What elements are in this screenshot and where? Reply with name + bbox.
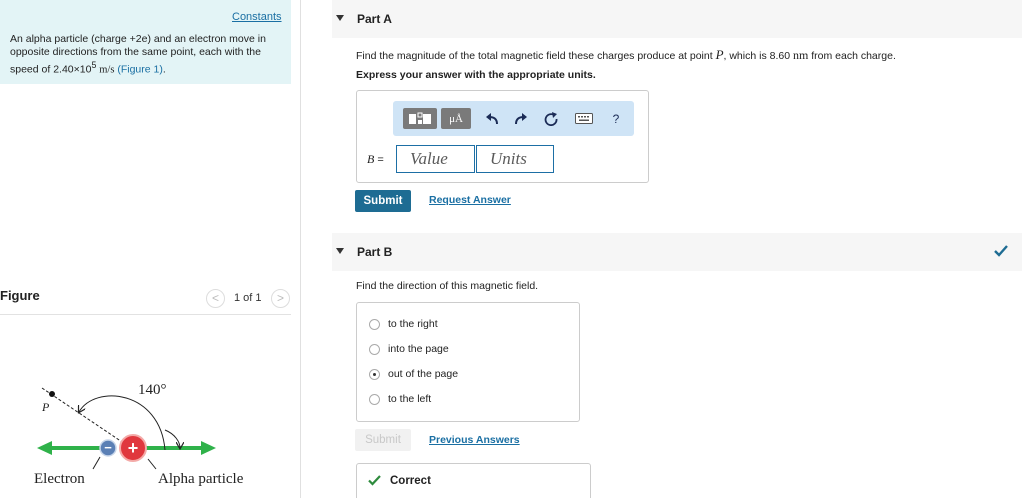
chevron-left-icon: < [211, 291, 219, 305]
part-b-header[interactable]: Part B [332, 233, 1022, 271]
part-a-header[interactable]: Part A [332, 0, 1022, 38]
electron-label: Electron [34, 471, 85, 487]
check-icon [994, 245, 1008, 257]
point-p-dot [49, 391, 55, 397]
point-variable: P [715, 47, 724, 62]
undo-button[interactable] [485, 108, 499, 129]
option-out-of-the-page[interactable]: out of the page [369, 367, 458, 381]
chevron-right-icon: > [276, 291, 284, 305]
figure-diagram: − + 140° P Electron Alpha particle [34, 382, 244, 487]
question-text-mid: , which is 8.60 [723, 50, 793, 62]
alpha-arrowhead-icon [201, 441, 216, 455]
option-label: to the right [388, 318, 438, 330]
constants-link[interactable]: Constants [232, 11, 282, 23]
distance-unit: nm [792, 48, 809, 62]
redo-icon [515, 112, 527, 124]
help-button[interactable]: ? [609, 108, 623, 129]
units-button[interactable]: μÅ [441, 108, 471, 129]
angle-arc-right [164, 429, 180, 448]
column-divider [300, 0, 301, 498]
reset-button[interactable] [543, 108, 559, 129]
radio-button[interactable] [369, 343, 380, 355]
keyboard-icon [575, 113, 593, 124]
previous-figure-button[interactable]: < [206, 289, 225, 308]
keyboard-button[interactable] [573, 108, 595, 129]
option-into-the-page[interactable]: into the page [369, 342, 449, 356]
correct-feedback-label: Correct [390, 475, 431, 487]
problem-text: An alpha particle (charge +2e) and an el… [10, 33, 285, 77]
request-answer-link[interactable]: Request Answer [429, 194, 511, 206]
b-variable-label: B = [367, 152, 384, 167]
question-text-after: from each charge. [808, 50, 896, 62]
redo-button[interactable] [514, 108, 528, 129]
reset-icon [544, 111, 558, 126]
radio-button[interactable] [369, 393, 380, 405]
part-a-question: Find the magnitude of the total magnetic… [356, 47, 896, 63]
undo-icon [486, 112, 498, 124]
radio-button-selected[interactable] [369, 368, 380, 380]
part-a-instruction: Express your answer with the appropriate… [356, 69, 596, 81]
alpha-particle-label: Alpha particle [158, 471, 244, 487]
units-input[interactable] [476, 145, 554, 173]
electron-label-leader [92, 456, 101, 470]
electron-arrowhead-icon [37, 441, 52, 455]
part-b-submit-button[interactable]: Submit [355, 429, 411, 451]
option-to-the-right[interactable]: to the right [369, 317, 438, 331]
part-a-submit-button[interactable]: Submit [355, 190, 411, 212]
part-b-question: Find the direction of this magnetic fiel… [356, 280, 539, 292]
speed-exponent: 5 [91, 60, 97, 70]
figure-link[interactable]: (Figure 1) [117, 64, 163, 76]
option-to-the-left[interactable]: to the left [369, 392, 431, 406]
figure-heading: Figure [0, 288, 40, 303]
part-b-title: Part B [357, 245, 393, 259]
math-toolbar: μÅ ? [393, 101, 634, 136]
speed-unit: m/s [99, 64, 115, 76]
alpha-label-leader [147, 458, 157, 470]
electron-sign: − [104, 440, 112, 455]
question-text-before: Find the magnitude of the total magnetic… [356, 50, 716, 62]
templates-icon [409, 112, 431, 124]
caret-down-icon [336, 15, 344, 21]
figure-divider [0, 314, 291, 315]
alpha-sign: + [128, 438, 139, 458]
part-a-title: Part A [357, 12, 392, 26]
templates-button[interactable] [403, 108, 437, 129]
equals-sign: = [374, 154, 384, 166]
option-label: out of the page [388, 368, 459, 380]
option-label: into the page [388, 343, 449, 355]
next-figure-button[interactable]: > [271, 289, 290, 308]
value-input[interactable] [396, 145, 475, 173]
option-label: to the left [388, 393, 432, 405]
previous-answers-link[interactable]: Previous Answers [429, 434, 520, 446]
figure-pager: 1 of 1 [234, 292, 262, 304]
point-p-label: P [41, 400, 50, 414]
correct-check-icon [368, 475, 381, 486]
problem-text-period: . [162, 63, 166, 76]
angle-label: 140° [138, 382, 167, 398]
caret-down-icon [336, 248, 344, 254]
radio-button[interactable] [369, 318, 380, 330]
line-to-point-p [41, 387, 132, 449]
